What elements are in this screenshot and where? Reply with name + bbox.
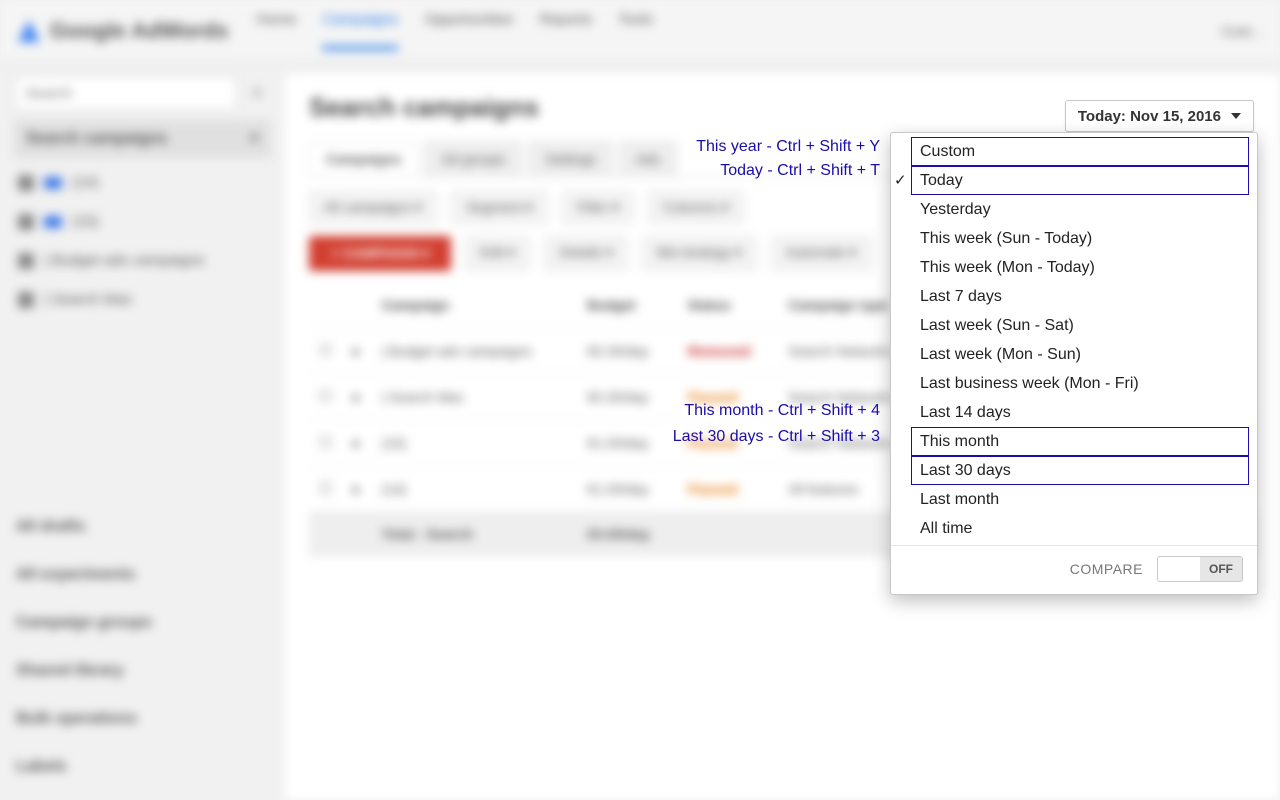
new-campaign-button[interactable]: + CAMPAIGN ▾: [309, 236, 451, 271]
daterange-option[interactable]: This week (Sun - Today): [911, 224, 1249, 253]
daterange-trigger[interactable]: Today: Nov 15, 2016: [1065, 100, 1254, 132]
nav-tools[interactable]: Tools: [618, 11, 653, 50]
chevron-down-icon: [1231, 113, 1241, 119]
filter-columns[interactable]: Columns ▾: [648, 191, 744, 224]
total-label: Total - Search: [372, 512, 578, 557]
filter-segment[interactable]: Segment ▾: [451, 191, 548, 224]
shortcut-hint-today: Today - Ctrl + Shift + T: [720, 162, 880, 180]
sidebar-item-label: (15): [72, 213, 99, 230]
daterange-option[interactable]: This week (Mon - Today): [911, 253, 1249, 282]
brand-name: Google AdWords: [50, 18, 228, 44]
toggle-off: OFF: [1200, 557, 1242, 581]
daterange-option[interactable]: All time: [911, 514, 1249, 543]
sidebar-item[interactable]: | Search Max: [14, 285, 271, 314]
toggle-on: [1158, 557, 1200, 581]
daterange-option[interactable]: Last business week (Mon - Fri): [911, 369, 1249, 398]
daterange-option[interactable]: Today✓: [911, 166, 1249, 195]
sidebar-link-labels[interactable]: Labels: [14, 748, 271, 786]
sidebar-item-label: | Search Max: [44, 291, 132, 308]
daterange-option[interactable]: Last week (Mon - Sun): [911, 340, 1249, 369]
nav-home[interactable]: Home: [256, 11, 296, 50]
tab-ads[interactable]: Ads: [619, 141, 677, 176]
tab-adgroups[interactable]: Ad groups: [424, 141, 522, 176]
main-nav: Home Campaigns Opportunities Reports Too…: [256, 11, 653, 50]
filter-all[interactable]: All campaigns ▾: [309, 191, 437, 224]
sidebar-link-drafts[interactable]: All drafts: [14, 508, 271, 546]
close-icon[interactable]: ×: [250, 130, 259, 148]
daterange-option[interactable]: Last week (Sun - Sat): [911, 311, 1249, 340]
daterange-option[interactable]: Yesterday: [911, 195, 1249, 224]
col-status[interactable]: Status: [678, 283, 778, 328]
col-budget[interactable]: Budget: [577, 283, 678, 328]
daterange-label: Today: Nov 15, 2016: [1078, 108, 1221, 125]
sidebar-item[interactable]: (14): [14, 168, 271, 197]
sidebar: × Search campaigns × (14) (15) | Budget …: [0, 62, 285, 800]
daterange-option[interactable]: Last 14 days: [911, 398, 1249, 427]
daterange-option[interactable]: Last month: [911, 485, 1249, 514]
tab-settings[interactable]: Settings: [528, 141, 613, 176]
shortcut-hint-thismonth: This month - Ctrl + Shift + 4: [684, 402, 880, 420]
col-campaign[interactable]: Campaign: [372, 283, 578, 328]
sidebar-item[interactable]: | Budget ads campaigns: [14, 246, 271, 275]
clear-search-icon[interactable]: ×: [243, 79, 271, 107]
nav-opportunities[interactable]: Opportunities: [424, 11, 513, 50]
sidebar-item-label: (14): [72, 174, 99, 191]
edit-button[interactable]: Edit ▾: [465, 236, 530, 271]
sidebar-item[interactable]: (15): [14, 207, 271, 236]
shortcut-hint-last30: Last 30 days - Ctrl + Shift + 3: [673, 428, 880, 446]
sidebar-item-label: | Budget ads campaigns: [44, 252, 205, 269]
sidebar-link-bulk[interactable]: Bulk operations: [14, 700, 271, 738]
compare-label: COMPARE: [1070, 561, 1143, 577]
sidebar-link-shared[interactable]: Shared library: [14, 652, 271, 690]
tab-campaigns[interactable]: Campaigns: [309, 141, 418, 176]
automate-button[interactable]: Automate ▾: [771, 236, 872, 271]
shortcut-hint-thisyear: This year - Ctrl + Shift + Y: [696, 138, 880, 156]
daterange-option[interactable]: This month: [911, 427, 1249, 456]
daterange-option[interactable]: Last 30 days: [911, 456, 1249, 485]
daterange-dropdown: CustomToday✓YesterdayThis week (Sun - To…: [890, 132, 1258, 595]
topbar: Google AdWords Home Campaigns Opportunit…: [0, 0, 1280, 62]
sidebar-search-input[interactable]: [14, 76, 237, 110]
bidstrategy-button[interactable]: Bid strategy ▾: [642, 236, 757, 271]
details-button[interactable]: Details ▾: [544, 236, 628, 271]
daterange-option[interactable]: Custom: [911, 137, 1249, 166]
filter-filter[interactable]: Filter ▾: [562, 191, 634, 224]
total-budget: €0.00/day: [577, 512, 678, 557]
daterange-option[interactable]: Last 7 days: [911, 282, 1249, 311]
customer-label: Cust...: [1222, 23, 1262, 39]
adwords-logo-icon: [18, 20, 40, 42]
sidebar-link-experiments[interactable]: All experiments: [14, 556, 271, 594]
sidebar-link-groups[interactable]: Campaign groups: [14, 604, 271, 642]
nav-reports[interactable]: Reports: [540, 11, 593, 50]
nav-campaigns[interactable]: Campaigns: [322, 11, 398, 50]
logo: Google AdWords: [18, 18, 228, 44]
compare-toggle[interactable]: OFF: [1157, 556, 1243, 582]
sidebar-heading[interactable]: Search campaigns ×: [14, 120, 271, 158]
sidebar-heading-label: Search campaigns: [26, 130, 167, 148]
check-icon: ✓: [894, 170, 907, 191]
